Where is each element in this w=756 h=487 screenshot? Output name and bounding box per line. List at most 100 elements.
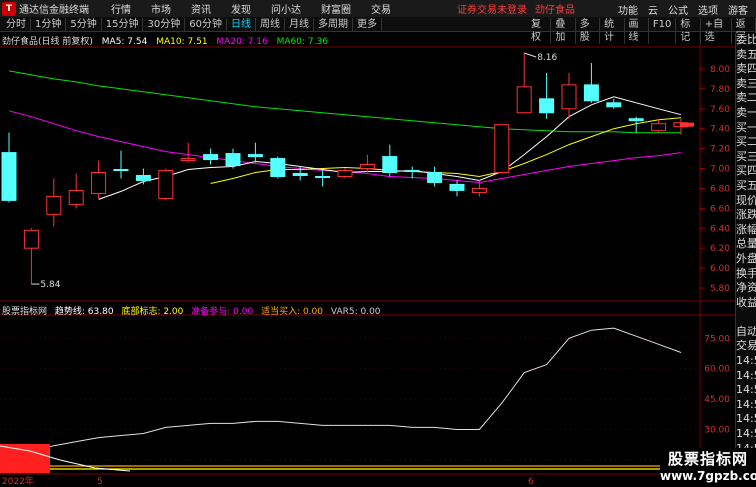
- candle-body-down: [404, 170, 420, 173]
- candle-body-up: [471, 187, 487, 193]
- price-tick-label: 6.80: [710, 184, 730, 194]
- prep-label: 准备参与: 0.00: [191, 307, 254, 317]
- tool-button[interactable]: 复权: [527, 18, 552, 44]
- period-tab[interactable]: 60分钟: [185, 18, 227, 31]
- date-label: 6: [528, 477, 534, 487]
- candle-body-down: [113, 169, 129, 172]
- price-grid: [700, 68, 705, 289]
- tool-button[interactable]: 画线: [625, 18, 649, 44]
- title-right-menu: 功能 云 公式 选项 游客: [618, 2, 748, 17]
- candles: [1, 52, 689, 285]
- watermark-title: 股票指标网: [667, 450, 748, 468]
- candle-body-down: [135, 174, 151, 181]
- candle-body-down: [606, 102, 622, 108]
- menu-trade[interactable]: 交易: [371, 1, 391, 16]
- stock-name: 劲仔食品: [535, 5, 575, 16]
- period-tab[interactable]: 月线: [285, 18, 314, 31]
- quote-row: 收益: [736, 295, 756, 309]
- candle-body-down: [583, 84, 599, 102]
- var5-label: VAR5: 0.00: [330, 307, 381, 317]
- candle-body-down: [628, 118, 644, 122]
- candle-body-up: [91, 172, 107, 194]
- ma5-label: MA5: 7.54: [101, 37, 148, 47]
- indicator-tick-label: 60.00: [704, 365, 730, 375]
- quote-row: 买三: [736, 149, 756, 163]
- candle-body-down: [315, 175, 331, 178]
- indicator-tick-label: 75.00: [704, 334, 730, 344]
- menu-discover[interactable]: 发现: [231, 1, 251, 16]
- menu-news[interactable]: 资讯: [191, 1, 211, 16]
- tool-button[interactable]: 统计: [600, 18, 625, 44]
- period-tab[interactable]: 30分钟: [143, 18, 186, 31]
- candle-body-down: [382, 156, 398, 174]
- trend-label: 趋势线: 63.80: [54, 307, 114, 317]
- candle-body-down: [449, 183, 465, 191]
- menu-guest[interactable]: 游客: [728, 2, 748, 17]
- quote-row: 买五: [736, 178, 756, 192]
- price-tick-label: 7.40: [710, 125, 730, 135]
- tool-button[interactable]: 多股: [576, 18, 601, 44]
- menu-exchange[interactable]: 市场: [151, 1, 171, 16]
- quote-row: 卖三: [736, 76, 756, 90]
- watermark: 股票指标网 www.7gpzb.com: [660, 448, 756, 487]
- quote-row: 卖五: [736, 47, 756, 61]
- period-tab-bar: 分时 1分钟 5分钟 15分钟 30分钟 60分钟 日线 周线 月线 多周期 更多 复权 叠加 多股 统计…: [0, 17, 756, 44]
- indicator-legend: 股票指标网 趋势线: 63.80 底部标志: 2.00 准备参与: 0.00 适…: [2, 304, 386, 317]
- candle-body-up: [516, 86, 532, 114]
- buy-label: 适当买入: 0.00: [261, 307, 323, 317]
- menu-options[interactable]: 选项: [698, 2, 718, 17]
- price-tick-label: 7.60: [710, 105, 730, 115]
- login-alert[interactable]: 证券交易未登录: [457, 1, 527, 16]
- title-bar: T 通达信金融终端 行情 市场 资讯 发现 问小达 财富圈 交易 证券交易未登录…: [0, 0, 756, 17]
- quote-row: 卖一: [736, 105, 756, 119]
- stock-title: 劲仔食品(日线 前复权): [2, 37, 93, 47]
- quote-panel: 委比 卖五 卖四 卖三 卖二 卖一 买一 买二 买三 买四 买五 现价 涨跌 涨幅 总量 外盘 换手 净资 收益 自动…: [735, 33, 756, 487]
- quote-row: 交易: [736, 339, 756, 353]
- price-tick-label: 6.00: [710, 264, 730, 274]
- candle-body-down: [292, 173, 308, 176]
- menu-function[interactable]: 功能: [618, 2, 638, 17]
- menu-cloud[interactable]: 云: [648, 2, 658, 17]
- period-tab[interactable]: 15分钟: [102, 18, 144, 31]
- app-title: 通达信金融终端: [19, 5, 89, 16]
- quote-row: 买四: [736, 164, 756, 178]
- chart-frame: [0, 33, 735, 487]
- menu-ask[interactable]: 问小达: [271, 1, 301, 16]
- indicator-grid: [0, 337, 700, 461]
- menu-formula[interactable]: 公式: [668, 2, 688, 17]
- low-label: 5.84: [40, 280, 60, 290]
- candle-body-down: [247, 154, 263, 158]
- price-tick-label: 7.20: [710, 145, 730, 155]
- tool-button[interactable]: 标记: [676, 18, 701, 44]
- price-tick-label: 6.40: [710, 224, 730, 234]
- tool-button[interactable]: 叠加: [551, 18, 576, 44]
- kline-chart[interactable]: 8.00 7.80 7.60 7.40 7.20 7.00 6.80 6.60 6.40 6.20…: [0, 0, 756, 487]
- watermark-url: www.7gpzb.com: [660, 469, 756, 483]
- period-tabs: 分时 1分钟 5分钟 15分钟 30分钟 60分钟 日线 周线 月线 多周期 更多: [2, 18, 382, 31]
- period-tab[interactable]: 分时: [2, 18, 31, 31]
- candle-body-up: [158, 170, 174, 199]
- period-tab[interactable]: 日线: [227, 18, 256, 31]
- tool-button[interactable]: F10: [649, 18, 677, 44]
- quote-row: 现价: [736, 193, 756, 207]
- menu-community[interactable]: 财富圈: [321, 1, 351, 16]
- period-tab[interactable]: 1分钟: [31, 18, 67, 31]
- candle-body-up: [180, 158, 196, 162]
- candle-body-up: [337, 170, 353, 177]
- quote-row: 14:50: [736, 397, 756, 411]
- period-tab[interactable]: 多周期: [314, 18, 353, 31]
- tool-button[interactable]: +自选: [701, 18, 732, 44]
- quote-row: 换手: [736, 266, 756, 280]
- period-tab[interactable]: 5分钟: [66, 18, 102, 31]
- menu-market[interactable]: 行情: [111, 1, 131, 16]
- quote-row: 净资: [736, 281, 756, 295]
- quote-row: 卖二: [736, 91, 756, 105]
- quote-row: 14:50: [736, 412, 756, 426]
- price-tick-label: 6.60: [710, 204, 730, 214]
- period-tab[interactable]: 更多: [353, 18, 382, 31]
- quote-row: 14:50: [736, 383, 756, 397]
- trend-line: [8, 327, 682, 453]
- period-tab[interactable]: 周线: [256, 18, 285, 31]
- high-label: 8.16: [537, 53, 557, 63]
- quote-row: 买二: [736, 135, 756, 149]
